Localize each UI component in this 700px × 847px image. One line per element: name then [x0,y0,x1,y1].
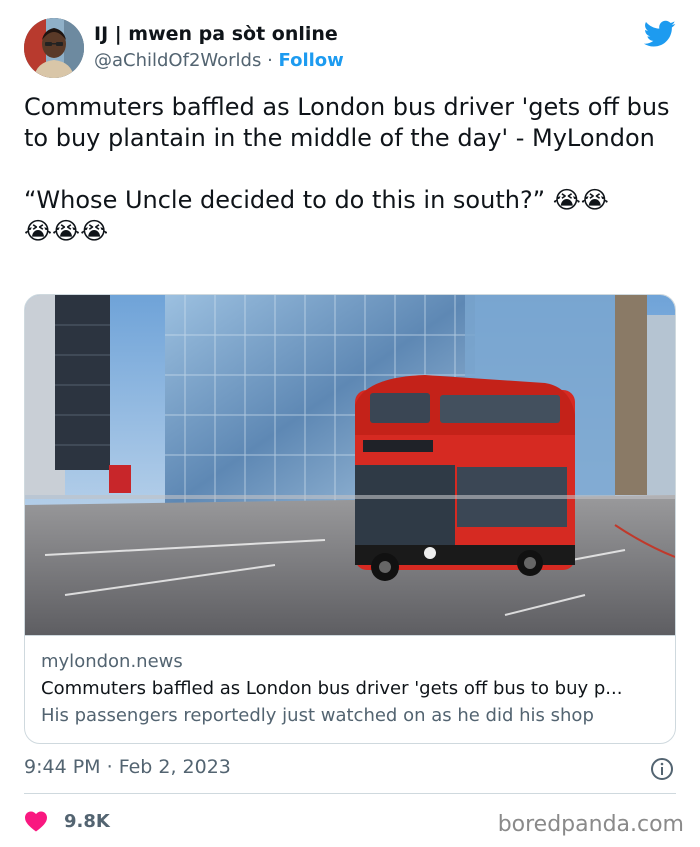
tweet-quote: “Whose Uncle decided to do this in south… [24,185,676,247]
avatar[interactable] [24,18,84,78]
card-image[interactable] [25,295,675,636]
tweet-timestamp[interactable]: 9:44 PM · Feb 2, 2023 [24,756,231,778]
time-separator: · [100,756,119,778]
divider [24,793,676,794]
link-card[interactable]: mylondon.news Commuters baffled as Londo… [24,294,676,744]
crying-face-icon: 😭 [52,217,81,245]
tweet-date[interactable]: Feb 2, 2023 [119,756,231,778]
tweet-quote-text: “Whose Uncle decided to do this in south… [24,186,546,214]
author-name[interactable]: IJ | mwen pa sòt online [94,23,338,45]
tweet-time[interactable]: 9:44 PM [24,756,101,778]
handle-separator: · [261,50,279,71]
heart-icon[interactable] [24,810,48,832]
card-domain[interactable]: mylondon.news [41,651,183,672]
like-count: 9.8K [64,810,110,832]
twitter-bird-icon[interactable] [644,20,676,48]
handle-row: @aChildOf2Worlds · Follow [94,50,344,71]
follow-button[interactable]: Follow [279,50,344,71]
tweet-headline: Commuters baffled as London bus driver '… [24,93,670,152]
info-icon[interactable] [650,757,674,781]
like-button[interactable]: 9.8K [24,808,110,834]
watermark: boredpanda.com [497,812,684,837]
crying-face-icon: 😭 [580,186,609,214]
card-title[interactable]: Commuters baffled as London bus driver '… [41,678,659,699]
tweet-text: Commuters baffled as London bus driver '… [24,92,676,247]
crying-face-icon: 😭 [80,217,109,245]
crying-face-icon: 😭 [24,217,53,245]
author-handle[interactable]: @aChildOf2Worlds [94,50,261,71]
tweet-header: IJ | mwen pa sòt online @aChildOf2Worlds… [24,18,676,78]
card-description[interactable]: His passengers reportedly just watched o… [41,705,659,726]
crying-face-icon: 😭 [552,186,581,214]
